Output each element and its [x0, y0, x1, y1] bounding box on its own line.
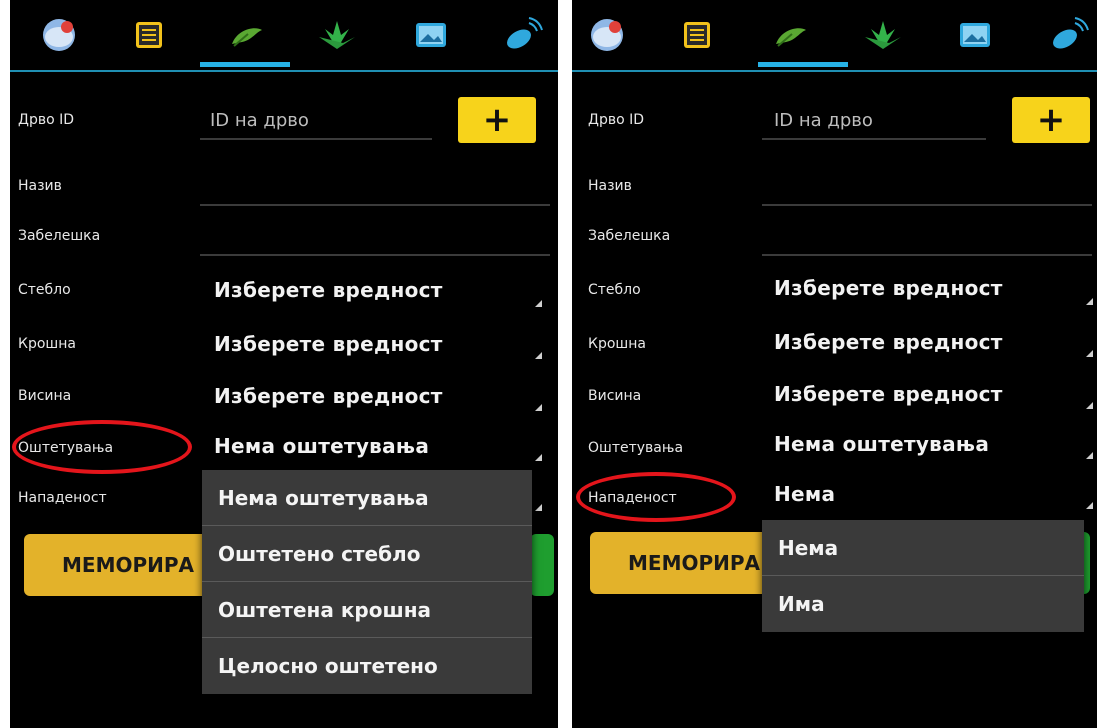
globe-icon	[591, 19, 623, 51]
tree-id-label: Дрво ID	[18, 112, 74, 128]
trunk-select[interactable]: Изберете вредност	[214, 278, 443, 302]
tab-satellite[interactable]	[1046, 12, 1092, 58]
list-icon	[684, 22, 710, 48]
satellite-icon	[1053, 17, 1089, 49]
list-icon	[136, 22, 162, 48]
green-action-button[interactable]	[530, 534, 554, 596]
height-select[interactable]: Изберете вредност	[774, 382, 1003, 406]
image-icon	[416, 23, 446, 47]
tree-id-input[interactable]: ID на дрво	[774, 110, 873, 131]
leaf-icon	[776, 28, 806, 47]
tab-leaf[interactable]	[768, 12, 814, 58]
right-screen: Дрво ID ID на дрво + Назив Забелешка Сте…	[572, 0, 1097, 728]
highlight-ellipse	[12, 420, 192, 474]
height-label: Висина	[18, 388, 72, 404]
tab-bar	[572, 0, 1097, 72]
name-label: Назив	[588, 178, 632, 194]
infestation-select[interactable]: Нема	[774, 482, 835, 506]
damage-select-arrow	[1086, 452, 1093, 459]
damage-select[interactable]: Нема оштетувања	[774, 432, 989, 456]
globe-icon	[43, 19, 75, 51]
crown-select-arrow	[535, 352, 542, 359]
dropdown-option[interactable]: Има	[762, 576, 1084, 632]
infestation-select-arrow	[535, 504, 542, 511]
trunk-label: Стебло	[588, 282, 641, 298]
crown-select-arrow	[1086, 350, 1093, 357]
trunk-select-arrow	[535, 300, 542, 307]
height-select-arrow	[1086, 402, 1093, 409]
damage-dropdown: Нема оштетувања Оштетено стебло Оштетена…	[202, 470, 532, 694]
damage-select-arrow	[535, 454, 542, 461]
dropdown-option[interactable]: Оштетено стебло	[202, 526, 532, 582]
tab-bar	[10, 0, 558, 72]
tab-map[interactable]	[584, 12, 630, 58]
trunk-select[interactable]: Изберете вредност	[774, 276, 1003, 300]
highlight-ellipse	[576, 472, 736, 522]
dropdown-option[interactable]: Нема оштетувања	[202, 470, 532, 526]
plant-icon	[319, 21, 355, 49]
damage-select[interactable]: Нема оштетувања	[214, 434, 429, 458]
tab-plant[interactable]	[314, 12, 360, 58]
satellite-icon	[507, 17, 543, 49]
crown-label: Крошна	[18, 336, 76, 352]
crown-select[interactable]: Изберете вредност	[774, 330, 1003, 354]
damage-label: Оштетувања	[588, 440, 684, 456]
infestation-select-arrow	[1086, 502, 1093, 509]
leaf-icon	[232, 28, 262, 47]
dropdown-option[interactable]: Целосно оштетено	[202, 638, 532, 694]
trunk-select-arrow	[1086, 298, 1093, 305]
tree-id-input[interactable]: ID на дрво	[210, 110, 309, 131]
save-button[interactable]: МЕМОРИРА	[590, 532, 790, 594]
tab-image[interactable]	[952, 12, 998, 58]
height-label: Висина	[588, 388, 642, 404]
tab-list[interactable]	[674, 12, 720, 58]
name-label: Назив	[18, 178, 62, 194]
active-tab-indicator	[200, 62, 290, 67]
name-input[interactable]	[762, 204, 1092, 206]
name-input[interactable]	[200, 204, 550, 206]
height-select[interactable]: Изберете вредност	[214, 384, 443, 408]
height-select-arrow	[535, 404, 542, 411]
crown-label: Крошна	[588, 336, 646, 352]
tab-map[interactable]	[36, 12, 82, 58]
tree-id-underline	[762, 138, 986, 140]
tree-id-label: Дрво ID	[588, 112, 644, 128]
note-label: Забелешка	[18, 228, 101, 244]
tab-list[interactable]	[126, 12, 172, 58]
add-tree-button[interactable]: +	[1012, 97, 1090, 143]
tree-id-underline	[200, 138, 432, 140]
infestation-label: Нападеност	[18, 490, 107, 506]
active-tab-indicator	[758, 62, 848, 67]
plant-icon	[865, 21, 901, 49]
dropdown-option[interactable]: Нема	[762, 520, 1084, 576]
crown-select[interactable]: Изберете вредност	[214, 332, 443, 356]
note-input[interactable]	[762, 254, 1092, 256]
dropdown-option[interactable]: Оштетена крошна	[202, 582, 532, 638]
add-tree-button[interactable]: +	[458, 97, 536, 143]
left-screen: Дрво ID ID на дрво + Назив Забелешка Сте…	[10, 0, 558, 728]
tab-plant[interactable]	[860, 12, 906, 58]
tab-image[interactable]	[408, 12, 454, 58]
infestation-dropdown: Нема Има	[762, 520, 1084, 632]
note-input[interactable]	[200, 254, 550, 256]
image-icon	[960, 23, 990, 47]
note-label: Забелешка	[588, 228, 671, 244]
tab-leaf[interactable]	[224, 12, 270, 58]
trunk-label: Стебло	[18, 282, 71, 298]
tab-satellite[interactable]	[500, 12, 546, 58]
